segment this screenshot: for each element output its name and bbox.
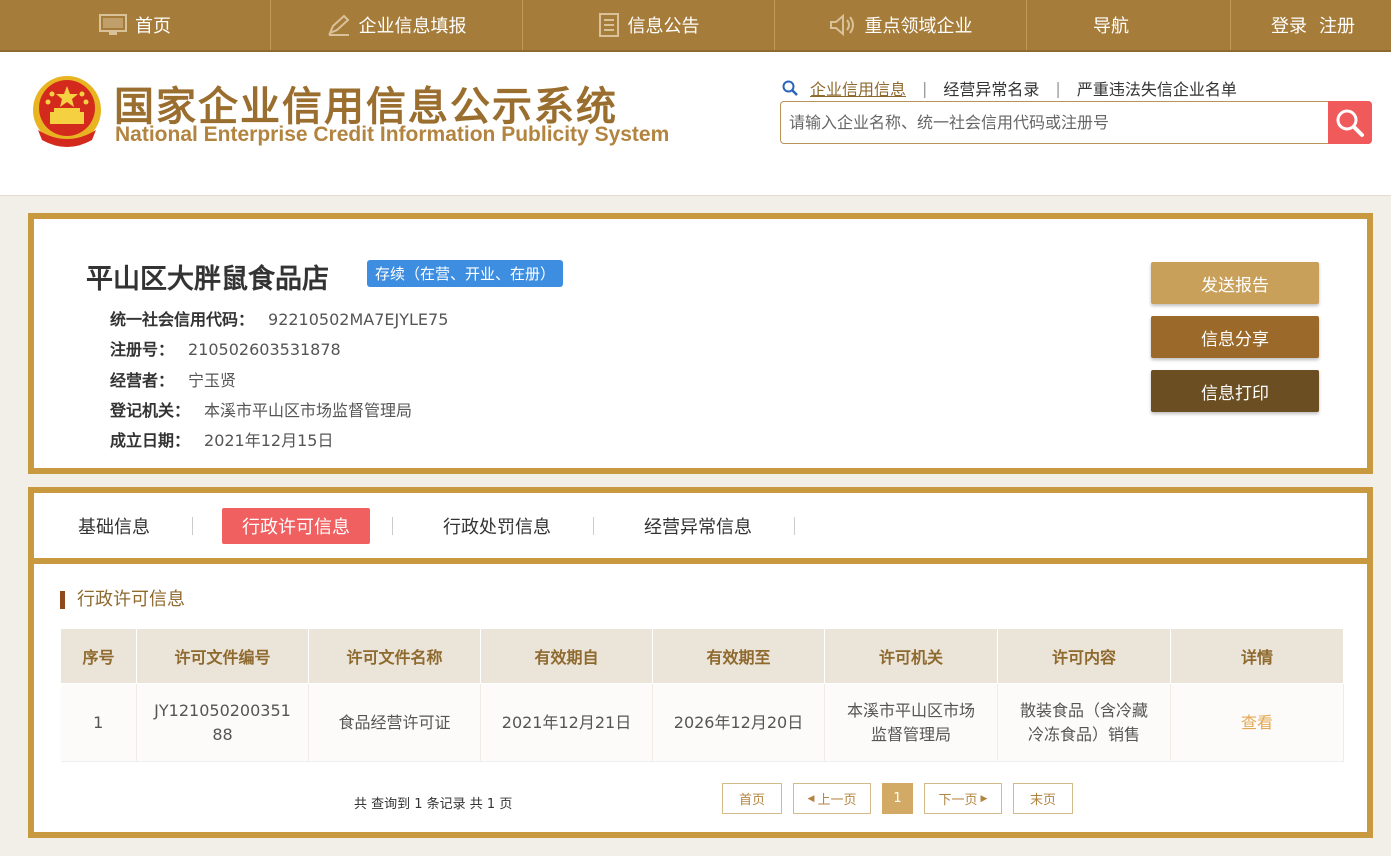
site-header: 国家企业信用信息公示系统 National Enterprise Credit … [0, 52, 1391, 196]
tab-divider [794, 516, 795, 535]
nav-announcement[interactable]: 信息公告 [522, 0, 774, 50]
register-link[interactable]: 注册 [1319, 12, 1355, 38]
next-page-button[interactable]: 下一页 ▶ [924, 783, 1002, 814]
column-header: 序号 [60, 628, 137, 684]
search-type-links: 企业信用信息 | 经营异常名录 | 严重违法失信企业名单 [782, 76, 1237, 100]
cell-authority: 本溪市平山区市场 监督管理局 [824, 683, 998, 762]
tab-content: 行政许可信息 序号 许可文件编号 许可文件名称 有效期自 有效期至 许可机关 许… [34, 564, 1367, 832]
cell-license-no: JY121050200351 88 [136, 683, 309, 762]
prev-page-button[interactable]: ◀ 上一页 [793, 783, 871, 814]
field-value: 92210502MA7EJYLE75 [268, 310, 449, 329]
view-detail-link[interactable]: 查看 [1170, 683, 1344, 762]
field-label: 成立日期： [110, 431, 191, 450]
column-header: 许可文件名称 [308, 628, 481, 684]
first-page-button[interactable]: 首页 [722, 783, 782, 814]
speaker-icon [829, 14, 857, 36]
tab-bar: 基础信息 行政许可信息 行政处罚信息 经营异常信息 [34, 493, 1367, 558]
cell-valid-to: 2026年12月20日 [652, 683, 825, 762]
current-page[interactable]: 1 [882, 783, 913, 814]
table-header-row: 序号 许可文件编号 许可文件名称 有效期自 有效期至 许可机关 许可内容 详情 [60, 628, 1344, 684]
divider: | [922, 78, 928, 98]
nav-key-sector-label: 重点领域企业 [864, 16, 973, 37]
site-subtitle: National Enterprise Credit Information P… [115, 123, 670, 146]
pen-icon [327, 14, 351, 36]
cell-index: 1 [60, 683, 137, 762]
company-name: 平山区大胖鼠食品店 [86, 264, 329, 295]
prev-page-label: 上一页 [817, 793, 857, 808]
share-info-button[interactable]: 信息分享 [1151, 316, 1319, 358]
nav-fill-info[interactable]: 企业信息填报 [270, 0, 522, 50]
detail-panel: 基础信息 行政许可信息 行政处罚信息 经营异常信息 行政许可信息 序号 许可文件… [28, 487, 1373, 838]
field-value: 210502603531878 [188, 340, 341, 359]
search-link-blacklist[interactable]: 严重违法失信企业名单 [1077, 76, 1237, 100]
tab-admin-penalty[interactable]: 行政处罚信息 [423, 508, 571, 544]
caret-right-icon: ▶ [980, 793, 988, 804]
cell-valid-from: 2021年12月21日 [480, 683, 653, 762]
column-header: 详情 [1170, 628, 1344, 684]
field-label: 经营者： [110, 371, 175, 390]
nav-home[interactable]: 首页 [0, 0, 270, 50]
tab-divider [392, 516, 393, 535]
record-summary: 共 查询到 1 条记录 共 1 页 [354, 797, 513, 812]
send-report-button[interactable]: 发送报告 [1151, 262, 1319, 304]
caret-left-icon: ◀ [807, 793, 815, 804]
cell-license-name: 食品经营许可证 [308, 683, 481, 762]
nav-navigation-label: 导航 [1093, 16, 1129, 37]
field-value: 2021年12月15日 [204, 431, 334, 450]
column-header: 许可内容 [997, 628, 1171, 684]
license-table: 序号 许可文件编号 许可文件名称 有效期自 有效期至 许可机关 许可内容 详情 … [60, 628, 1344, 762]
last-page-button[interactable]: 末页 [1013, 783, 1073, 814]
company-panel: 平山区大胖鼠食品店 存续（在营、开业、在册） 统一社会信用代码： 92210502… [28, 213, 1373, 474]
field-reg-no: 注册号： 210502603531878 [110, 336, 341, 360]
field-est-date: 成立日期： 2021年12月15日 [110, 427, 333, 451]
field-label: 登记机关： [110, 401, 191, 420]
field-label: 注册号： [110, 340, 175, 359]
column-header: 有效期自 [480, 628, 653, 684]
monitor-icon [99, 14, 127, 36]
section-title: 行政许可信息 [60, 591, 185, 609]
login-link[interactable]: 登录 [1271, 12, 1307, 38]
field-credit-code: 统一社会信用代码： 92210502MA7EJYLE75 [110, 306, 448, 330]
tab-divider [593, 516, 594, 535]
auth-links: 登录 注册 [1230, 0, 1391, 50]
column-header: 有效期至 [652, 628, 825, 684]
tab-abnormal[interactable]: 经营异常信息 [624, 508, 772, 544]
field-label: 统一社会信用代码： [110, 310, 255, 329]
search-input[interactable] [781, 102, 1329, 143]
pagination: 首页 ◀ 上一页 1 下一页 ▶ 末页 [722, 783, 1084, 814]
nav-home-label: 首页 [135, 16, 171, 37]
search-button[interactable] [1328, 101, 1372, 144]
search-icon [1336, 109, 1364, 137]
search-icon [782, 80, 798, 96]
tab-divider [192, 516, 193, 535]
nav-fill-info-label: 企业信息填报 [358, 16, 467, 37]
field-value: 本溪市平山区市场监督管理局 [204, 401, 413, 420]
table-row: 1 JY121050200351 88 食品经营许可证 2021年12月21日 … [60, 683, 1344, 762]
tab-admin-license[interactable]: 行政许可信息 [222, 507, 370, 544]
status-badge: 存续（在营、开业、在册） [367, 260, 564, 287]
search-link-abnormal[interactable]: 经营异常名录 [943, 76, 1039, 100]
nav-key-sector[interactable]: 重点领域企业 [774, 0, 1026, 50]
national-emblem-icon [33, 76, 101, 147]
print-info-button[interactable]: 信息打印 [1151, 370, 1319, 412]
divider: | [1055, 78, 1061, 98]
field-authority: 登记机关： 本溪市平山区市场监督管理局 [110, 397, 412, 421]
column-header: 许可机关 [824, 628, 998, 684]
document-icon [598, 13, 620, 37]
top-nav: 首页 企业信息填报 信息公告 重点领域企业 导航 登录 注册 [0, 0, 1391, 52]
next-page-label: 下一页 [938, 793, 978, 808]
field-value: 宁玉贤 [188, 371, 237, 390]
nav-navigation[interactable]: 导航 [1026, 0, 1195, 50]
cell-content: 散装食品（含冷藏 冷冻食品）销售 [997, 683, 1171, 762]
column-header: 许可文件编号 [136, 628, 309, 684]
search-box [780, 101, 1372, 144]
tab-basic-info[interactable]: 基础信息 [58, 508, 170, 544]
field-operator: 经营者： 宁玉贤 [110, 367, 236, 391]
search-link-credit[interactable]: 企业信用信息 [810, 76, 906, 100]
nav-announcement-label: 信息公告 [627, 16, 700, 37]
